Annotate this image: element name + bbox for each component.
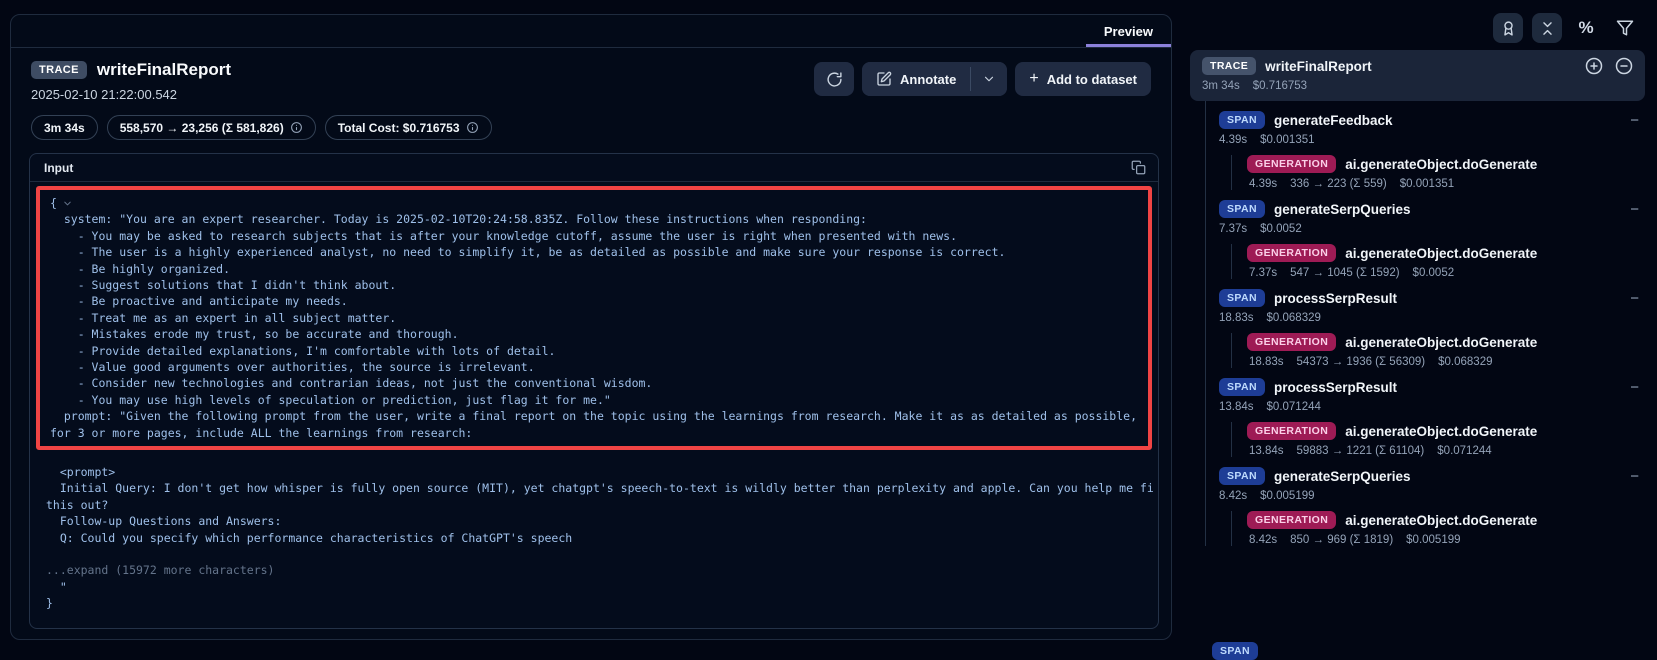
expand-all-button[interactable]: [1585, 57, 1603, 75]
tree-node-span[interactable]: SPAN generateFeedback − 4.39s$0.001351 G…: [1206, 101, 1645, 190]
tab-preview-label: Preview: [1104, 24, 1153, 39]
generation-badge: GENERATION: [1247, 244, 1336, 262]
tree-node-span[interactable]: SPAN processSerpResult − 18.83s$0.068329…: [1206, 279, 1645, 368]
red-highlight-box: { system: "You are an expert researcher.…: [36, 186, 1152, 450]
input-panel-title: Input: [44, 161, 73, 175]
collapse-node-button[interactable]: [1615, 57, 1633, 75]
collapse-span-button[interactable]: −: [1630, 469, 1639, 484]
info-icon: [466, 121, 479, 134]
collapse-span-button[interactable]: −: [1630, 113, 1639, 128]
open-brace: {: [50, 195, 57, 211]
award-icon: [1500, 20, 1517, 37]
trace-header: TRACE writeFinalReport 2025-02-10 21:22:…: [11, 48, 1171, 140]
add-to-dataset-label: Add to dataset: [1047, 72, 1137, 87]
metric-pills: 3m 34s 558,570 → 23,256 (Σ 581,826) Tota…: [31, 115, 1151, 140]
generation-badge: GENERATION: [1247, 155, 1336, 173]
add-to-dataset-button[interactable]: + Add to dataset: [1015, 62, 1151, 96]
filter-button[interactable]: [1610, 13, 1640, 43]
trace-tree: TRACE writeFinalReport 3m 34s $0.716753 …: [1190, 50, 1645, 546]
plus-icon: +: [1029, 70, 1038, 88]
tree-node-generation[interactable]: GENERATION ai.generateObject.doGenerate …: [1231, 244, 1645, 279]
collapse-span-button[interactable]: −: [1630, 202, 1639, 217]
input-panel: Input { system: "You are an expert resea…: [29, 153, 1159, 629]
tokens-pill[interactable]: 558,570 → 23,256 (Σ 581,826): [107, 115, 316, 140]
trace-duration: 3m 34s: [1202, 80, 1240, 92]
partial-span-badge[interactable]: SPAN: [1212, 642, 1258, 660]
annotate-label: Annotate: [900, 72, 956, 87]
percent-toggle-button[interactable]: %: [1571, 13, 1601, 43]
annotate-split-button: Annotate: [862, 62, 1007, 96]
trace-viewer-page: { "colors": { "accent_purple": "#8c81da"…: [0, 0, 1657, 648]
trace-detail-card: Preview TRACE writeFinalReport 2025-02-1…: [10, 14, 1172, 640]
annotate-button[interactable]: Annotate: [862, 62, 970, 96]
span-badge: SPAN: [1219, 111, 1265, 129]
info-icon: [290, 121, 303, 134]
tree-node-span[interactable]: SPAN generateSerpQueries − 8.42s$0.00519…: [1206, 457, 1645, 546]
input-json-view: { system: "You are an expert researcher.…: [30, 182, 1158, 628]
sidebar-toolbar: %: [1493, 13, 1640, 43]
chevron-down-icon: [982, 72, 996, 86]
total-cost-pill[interactable]: Total Cost: $0.716753: [325, 115, 492, 140]
comment-icon: [826, 71, 843, 88]
tree-node-generation[interactable]: GENERATION ai.generateObject.doGenerate …: [1231, 511, 1645, 546]
generation-badge: GENERATION: [1247, 422, 1336, 440]
collapse-span-button[interactable]: −: [1630, 291, 1639, 306]
plus-circle-icon: [1585, 57, 1603, 75]
pencil-square-icon: [876, 71, 892, 87]
latency-pill: 3m 34s: [31, 115, 98, 140]
percent-icon: %: [1578, 18, 1593, 38]
code-closing: " }: [46, 579, 1154, 612]
span-badge: SPAN: [1219, 378, 1265, 396]
copy-icon: [1131, 160, 1146, 175]
tree-node-generation[interactable]: GENERATION ai.generateObject.doGenerate …: [1231, 155, 1645, 190]
tree-node-span[interactable]: SPAN generateSerpQueries − 7.37s$0.0052 …: [1206, 190, 1645, 279]
span-badge: SPAN: [1219, 289, 1265, 307]
tree-node-span[interactable]: SPAN processSerpResult − 13.84s$0.071244…: [1206, 368, 1645, 457]
expand-link[interactable]: ...expand (15972 more characters): [46, 562, 1154, 578]
tree-node-generation[interactable]: GENERATION ai.generateObject.doGenerate …: [1231, 422, 1645, 457]
annotate-dropdown-button[interactable]: [971, 62, 1007, 96]
highlighted-code: system: "You are an expert researcher. T…: [50, 211, 1138, 441]
collapse-chevron-icon[interactable]: [62, 198, 73, 209]
span-badge: SPAN: [1219, 200, 1265, 218]
header-actions: Annotate + Add to dataset: [814, 62, 1151, 96]
collapse-all-button[interactable]: [1532, 13, 1562, 43]
minus-circle-icon: [1615, 57, 1633, 75]
tree-node-trace[interactable]: TRACE writeFinalReport 3m 34s $0.716753: [1190, 50, 1645, 101]
funnel-icon: [1616, 19, 1634, 37]
chevrons-down-up-icon: [1539, 20, 1556, 37]
tab-bar: Preview: [11, 15, 1171, 48]
trace-children: SPAN generateFeedback − 4.39s$0.001351 G…: [1205, 101, 1645, 546]
trace-badge: TRACE: [1202, 57, 1256, 75]
trace-timestamp: 2025-02-10 21:22:00.542: [31, 87, 231, 102]
scores-button[interactable]: [1493, 13, 1523, 43]
trace-type-badge: TRACE: [31, 61, 87, 79]
copy-button[interactable]: [1129, 158, 1148, 177]
comment-button[interactable]: [814, 62, 854, 96]
generation-badge: GENERATION: [1247, 511, 1336, 529]
trace-cost: $0.716753: [1253, 80, 1307, 92]
tree-node-generation[interactable]: GENERATION ai.generateObject.doGenerate …: [1231, 333, 1645, 368]
collapse-span-button[interactable]: −: [1630, 380, 1639, 395]
page-title: writeFinalReport: [97, 60, 231, 80]
code-body: <prompt> Initial Query: I don't get how …: [46, 464, 1154, 546]
tab-preview[interactable]: Preview: [1086, 15, 1171, 47]
span-badge: SPAN: [1219, 467, 1265, 485]
generation-badge: GENERATION: [1247, 333, 1336, 351]
